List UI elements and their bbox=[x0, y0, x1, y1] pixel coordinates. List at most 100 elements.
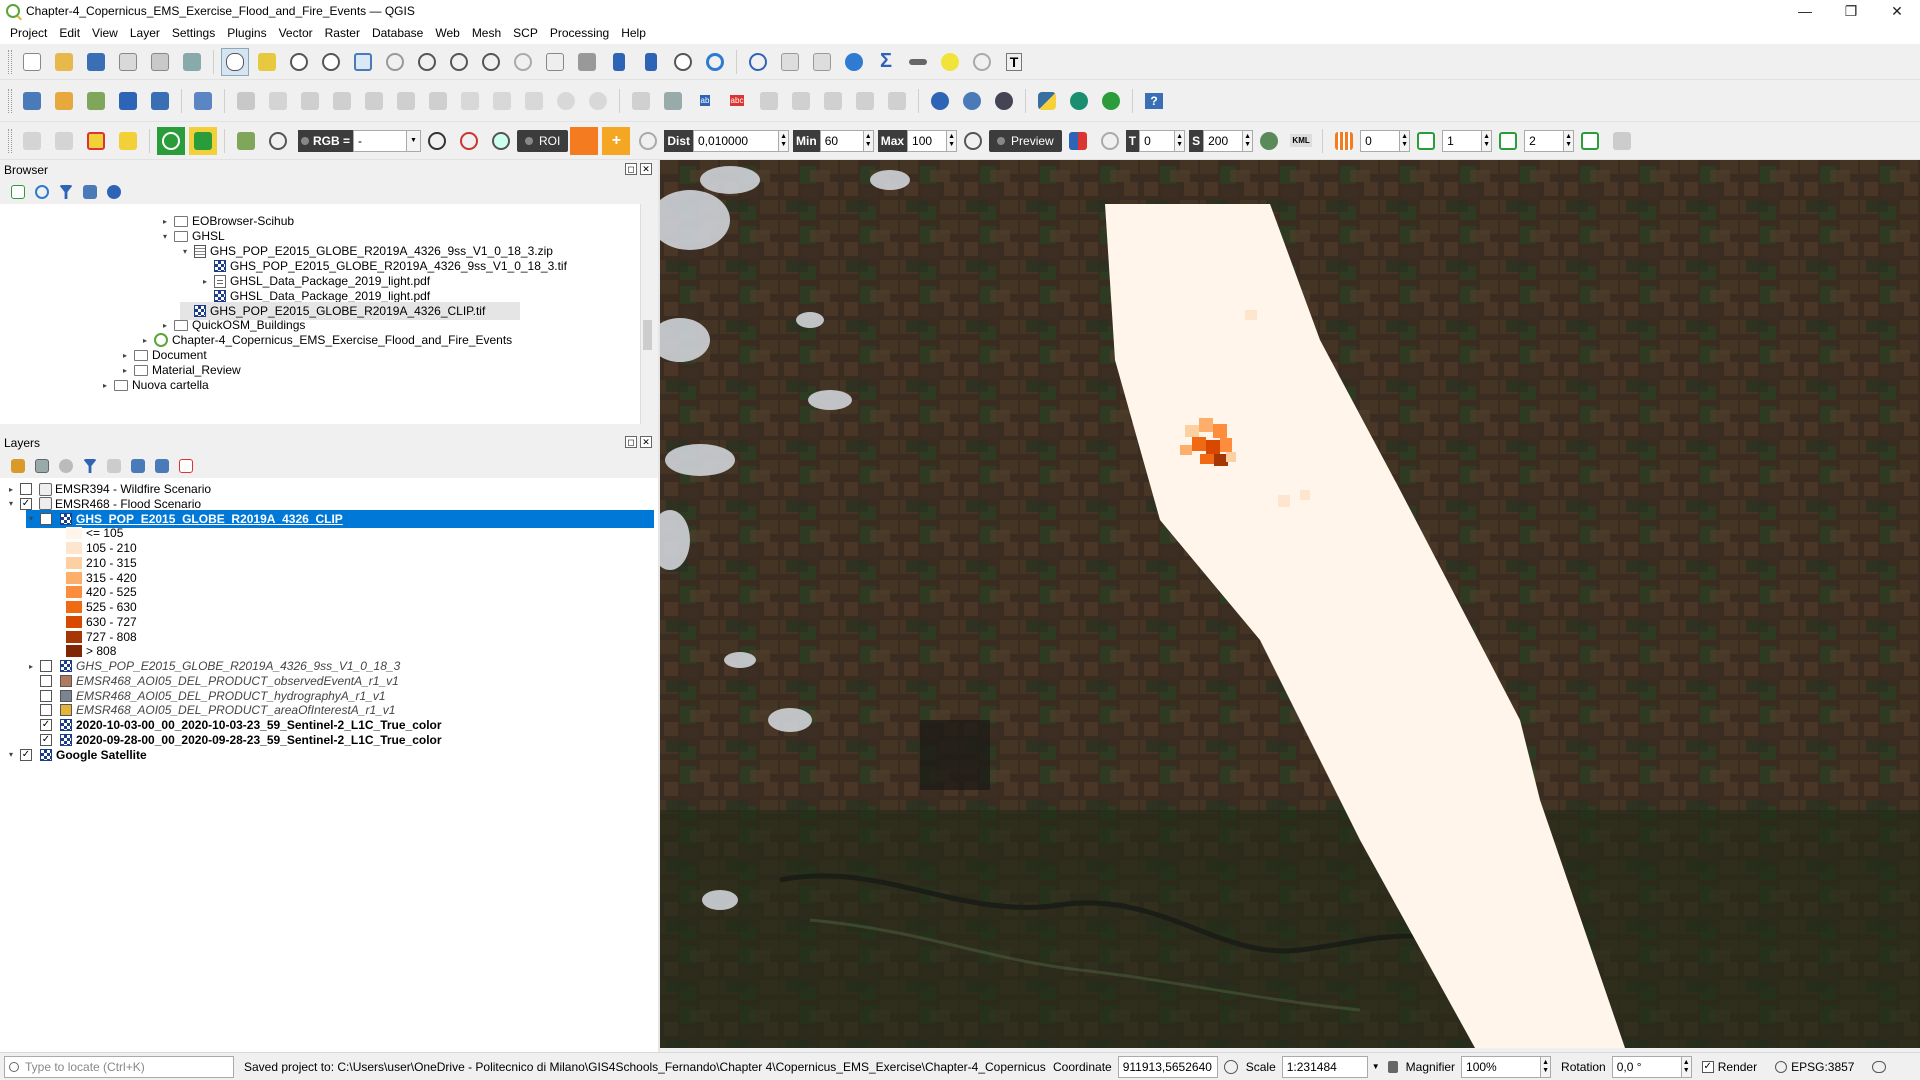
refresh-icon[interactable] bbox=[31, 181, 53, 203]
statistical-summary-icon[interactable]: Σ bbox=[872, 48, 900, 76]
label-abc-icon[interactable]: ab bbox=[691, 87, 719, 115]
select-value-icon[interactable] bbox=[114, 127, 142, 155]
add-group-icon[interactable] bbox=[31, 455, 53, 477]
zoom-layer-icon[interactable] bbox=[413, 48, 441, 76]
remove-layer-icon[interactable] bbox=[175, 455, 197, 477]
layer-visibility-checkbox[interactable]: ✓ bbox=[20, 748, 32, 761]
identify-features-icon[interactable] bbox=[744, 48, 772, 76]
temporal-controller-icon[interactable] bbox=[669, 48, 697, 76]
max-spinner[interactable]: ▲ ▼ bbox=[947, 129, 958, 152]
band-table-icon[interactable] bbox=[1608, 127, 1636, 155]
menu-database[interactable]: Database bbox=[366, 26, 429, 40]
zoom-next-icon[interactable] bbox=[509, 48, 537, 76]
rgb-select[interactable]: - bbox=[353, 129, 408, 152]
layer-visibility-checkbox[interactable] bbox=[40, 674, 52, 687]
open-project-icon[interactable] bbox=[50, 48, 78, 76]
scp-band-set-2-icon[interactable] bbox=[455, 127, 483, 155]
expand-arrow-icon[interactable]: ▸ bbox=[120, 366, 130, 375]
scp-redo-roi-icon[interactable] bbox=[634, 127, 662, 155]
scp-band-set-icon[interactable] bbox=[423, 127, 451, 155]
zoom-native-icon[interactable] bbox=[445, 48, 473, 76]
zoom-selection-icon[interactable] bbox=[381, 48, 409, 76]
scp-zoom-preview-icon[interactable] bbox=[959, 127, 987, 155]
text-annotation-icon[interactable]: T bbox=[1000, 48, 1028, 76]
zoom-in-icon[interactable] bbox=[285, 48, 313, 76]
map-canvas[interactable] bbox=[660, 160, 1920, 1048]
float-panel-icon[interactable]: ◻ bbox=[625, 436, 637, 448]
close-button[interactable]: ✕ bbox=[1874, 0, 1920, 22]
toggle-editing-icon[interactable] bbox=[264, 87, 292, 115]
select-by-location-icon[interactable] bbox=[968, 48, 996, 76]
menu-processing[interactable]: Processing bbox=[544, 26, 615, 40]
scp-zoom-icon[interactable] bbox=[157, 126, 185, 155]
redo-icon[interactable] bbox=[584, 87, 612, 115]
toolbar-handle[interactable] bbox=[8, 49, 12, 74]
new-temporary-layer-icon[interactable] bbox=[189, 87, 217, 115]
menu-view[interactable]: View bbox=[86, 26, 124, 40]
show-bookmarks-icon[interactable] bbox=[637, 48, 665, 76]
refresh-icon[interactable] bbox=[701, 48, 729, 76]
data-source-manager-icon[interactable] bbox=[18, 87, 46, 115]
band-spinner-2[interactable]: ▲ ▼ bbox=[1482, 129, 1493, 152]
properties-info-icon[interactable] bbox=[103, 181, 125, 203]
expand-arrow-icon[interactable]: ▸ bbox=[120, 351, 130, 360]
select-features-icon[interactable] bbox=[18, 127, 46, 155]
toolbar-handle[interactable] bbox=[8, 128, 12, 153]
layer-visibility-checkbox[interactable]: ✓ bbox=[40, 512, 52, 525]
collapse-arrow-icon[interactable]: ▾ bbox=[26, 514, 36, 523]
dist-spinner[interactable]: ▲ ▼ bbox=[779, 129, 790, 152]
menu-plugins[interactable]: Plugins bbox=[221, 26, 272, 40]
satellite-icon[interactable] bbox=[990, 87, 1018, 115]
scale-dropdown-icon[interactable]: ▼ bbox=[1372, 1062, 1380, 1071]
messages-icon[interactable] bbox=[1872, 1060, 1887, 1073]
close-panel-icon[interactable]: ✕ bbox=[640, 436, 652, 448]
new-project-icon[interactable] bbox=[18, 48, 46, 76]
pin-labels-icon[interactable] bbox=[755, 87, 783, 115]
scp-remove-temp-icon[interactable] bbox=[1255, 127, 1283, 155]
label-abc-red-icon[interactable]: abc bbox=[723, 87, 751, 115]
menu-mesh[interactable]: Mesh bbox=[466, 26, 507, 40]
menu-raster[interactable]: Raster bbox=[319, 26, 366, 40]
band-input-2[interactable]: 1 bbox=[1442, 129, 1483, 152]
add-vector-layer-icon[interactable] bbox=[82, 87, 110, 115]
expand-all-icon[interactable] bbox=[127, 455, 149, 477]
zoom-full-icon[interactable] bbox=[349, 48, 377, 76]
render-checkbox[interactable]: ✓ bbox=[1701, 1060, 1714, 1073]
rotation-spinner[interactable]: ▲ ▼ bbox=[1681, 1055, 1692, 1078]
lock-scale-icon[interactable] bbox=[1387, 1060, 1398, 1073]
new-bookmark-icon[interactable] bbox=[605, 48, 633, 76]
filter-browser-icon[interactable] bbox=[55, 181, 77, 203]
style-panel-icon[interactable] bbox=[7, 455, 29, 477]
help-icon[interactable]: ? bbox=[1140, 87, 1168, 115]
layer-visibility-checkbox[interactable]: ✓ bbox=[20, 497, 32, 510]
restore-button[interactable]: ❐ bbox=[1828, 0, 1874, 22]
collapse-arrow-icon[interactable]: ▾ bbox=[6, 499, 16, 508]
change-label-icon[interactable] bbox=[883, 87, 911, 115]
expand-arrow-icon[interactable]: ▸ bbox=[100, 381, 110, 390]
magnifier-spinner[interactable]: ▲ ▼ bbox=[1541, 1055, 1552, 1078]
layer-visibility-checkbox[interactable] bbox=[20, 483, 32, 495]
new-print-layout-icon[interactable] bbox=[114, 48, 142, 76]
magnifier-field[interactable]: 100% bbox=[1461, 1055, 1542, 1078]
pan-to-selection-icon[interactable] bbox=[253, 48, 281, 76]
scp-add-roi-icon[interactable]: + bbox=[602, 126, 631, 155]
band-spinner-3[interactable]: ▲ ▼ bbox=[1564, 129, 1575, 152]
delete-selected-icon[interactable] bbox=[424, 87, 452, 115]
python-console-icon[interactable] bbox=[1033, 87, 1061, 115]
zoom-last-icon[interactable] bbox=[477, 48, 505, 76]
scp-redo-preview-icon[interactable] bbox=[1096, 127, 1124, 155]
style-manager-icon[interactable] bbox=[178, 48, 206, 76]
layer-item-base[interactable]: ▾ ✓ Google Satellite bbox=[6, 746, 147, 764]
new-geopackage-layer-icon[interactable] bbox=[50, 87, 78, 115]
browser-item[interactable]: ▸ Nuova cartella bbox=[100, 376, 209, 394]
layer-visibility-checkbox[interactable]: ✓ bbox=[40, 719, 52, 731]
new-3d-view-icon[interactable] bbox=[573, 48, 601, 76]
add-feature-icon[interactable] bbox=[328, 87, 356, 115]
plugin-info-icon[interactable] bbox=[1097, 87, 1125, 115]
map-tips-icon[interactable] bbox=[936, 48, 964, 76]
layer-visibility-checkbox[interactable]: ✓ bbox=[40, 733, 52, 746]
measure-line-icon[interactable] bbox=[904, 48, 932, 76]
rotate-label-icon[interactable] bbox=[851, 87, 879, 115]
expand-arrow-icon[interactable]: ▸ bbox=[200, 277, 210, 286]
s-input[interactable]: 200 bbox=[1203, 129, 1244, 152]
